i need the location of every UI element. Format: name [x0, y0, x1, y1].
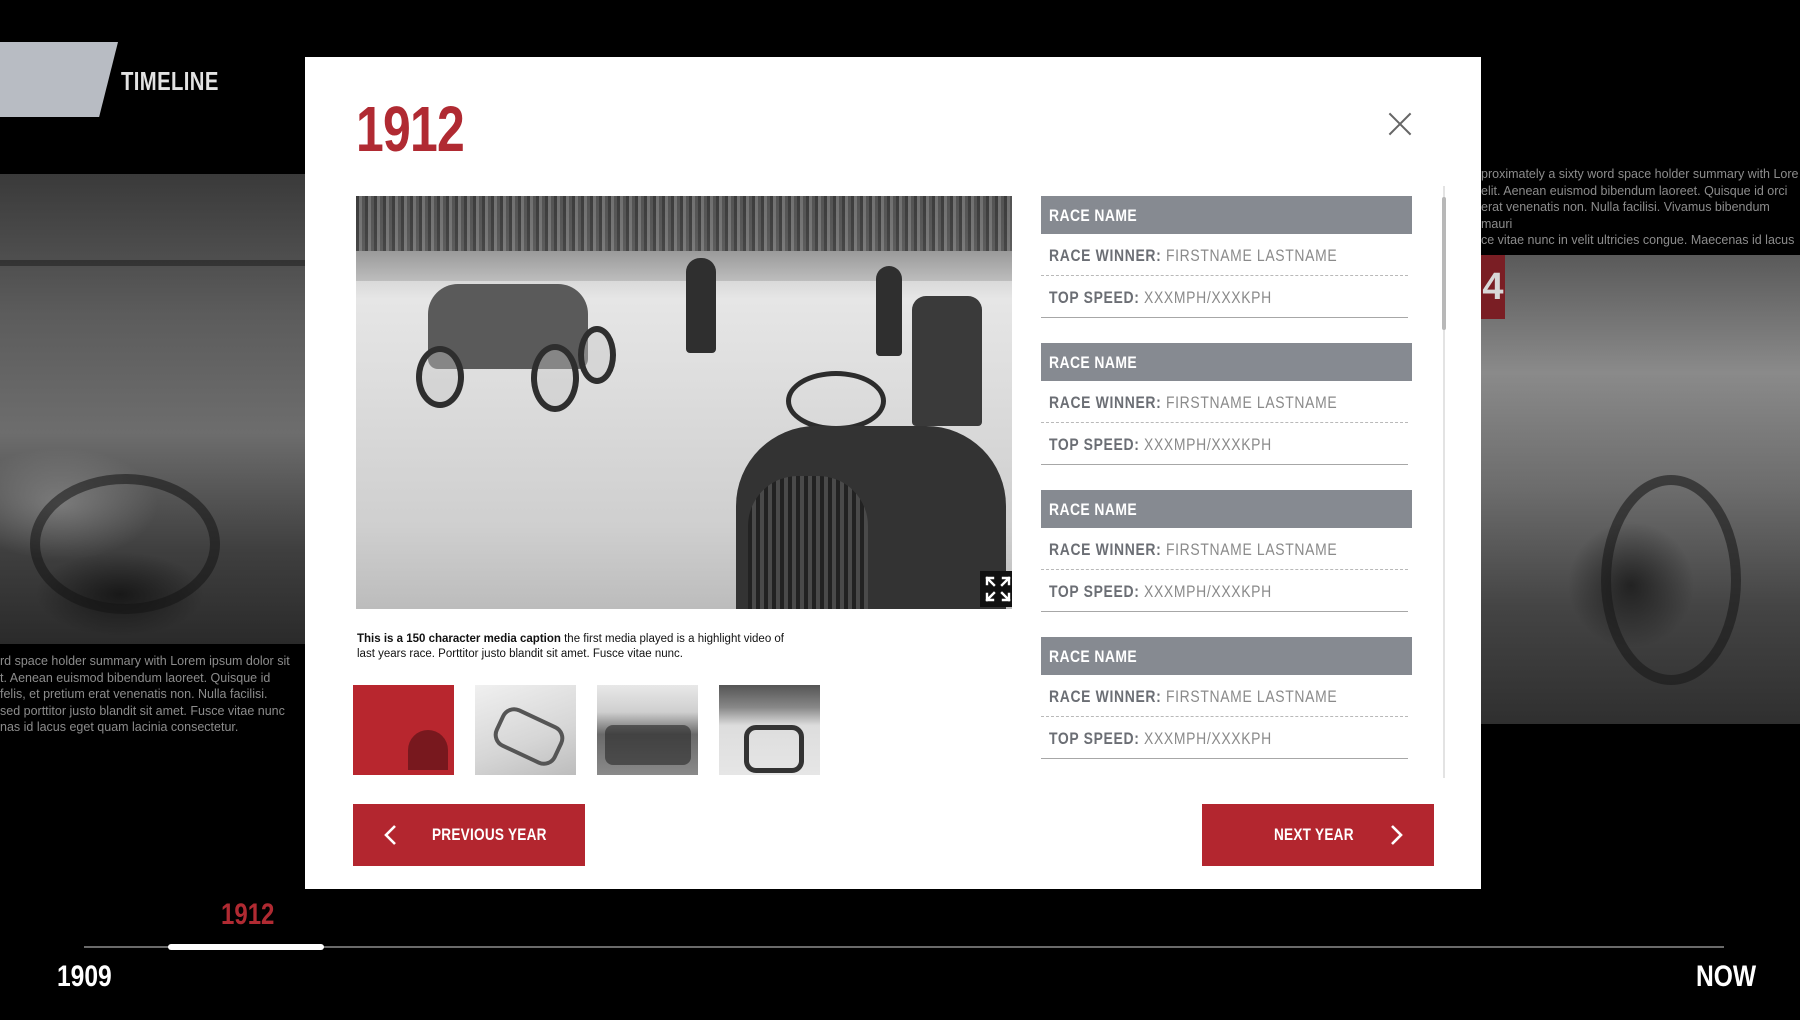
media-person — [876, 266, 902, 356]
race-card: RACE NAME RACE WINNER: FIRSTNAME LASTNAM… — [1041, 637, 1412, 759]
race-winner-row: RACE WINNER: FIRSTNAME LASTNAME — [1041, 234, 1408, 276]
media-wheel — [578, 326, 616, 384]
media-person — [912, 296, 982, 426]
race-winner-row: RACE WINNER: FIRSTNAME LASTNAME — [1041, 528, 1408, 570]
media-car-grille — [748, 476, 868, 609]
background-year-badge: 4 — [1481, 255, 1505, 319]
timeline-end-label[interactable]: NOW — [1696, 960, 1756, 994]
race-speed-row: TOP SPEED: XXXMPH/XXXKPH — [1041, 276, 1408, 318]
race-name: RACE NAME — [1041, 637, 1412, 675]
media-thumbnail-selected[interactable] — [353, 685, 454, 775]
modal-year-title: 1912 — [356, 93, 465, 165]
media-crowd — [356, 196, 1012, 251]
race-speed-row: TOP SPEED: XXXMPH/XXXKPH — [1041, 717, 1408, 759]
close-icon[interactable] — [1382, 109, 1418, 145]
media-thumbnail[interactable] — [597, 685, 698, 775]
race-card: RACE NAME RACE WINNER: FIRSTNAME LASTNAM… — [1041, 196, 1412, 318]
chevron-right-icon — [1388, 824, 1404, 851]
expand-icon[interactable] — [980, 571, 1012, 607]
race-speed-row: TOP SPEED: XXXMPH/XXXKPH — [1041, 423, 1408, 465]
timeline-current-year: 1912 — [221, 898, 275, 931]
timeline-start-label: 1909 — [57, 960, 112, 993]
media-caption: This is a 150 character media caption th… — [357, 632, 797, 662]
timeline-slider-handle[interactable] — [168, 944, 324, 950]
race-speed-row: TOP SPEED: XXXMPH/XXXKPH — [1041, 570, 1408, 612]
year-detail-modal: 1912 This is a 150 character media capti… — [305, 57, 1481, 889]
race-winner-row: RACE WINNER: FIRSTNAME LASTNAME — [1041, 381, 1408, 423]
background-photo-right — [1481, 255, 1800, 724]
media-steering-wheel — [786, 371, 886, 431]
media-wheel — [531, 344, 579, 412]
background-summary-left: rd space holder summary with Lorem ipsum… — [0, 654, 290, 734]
race-name: RACE NAME — [1041, 196, 1412, 234]
race-list-scrollbar[interactable] — [1442, 197, 1446, 330]
race-name: RACE NAME — [1041, 490, 1412, 528]
previous-year-label: PREVIOUS YEAR — [432, 825, 547, 844]
previous-year-button[interactable]: PREVIOUS YEAR — [353, 804, 585, 866]
timeline-tab-shape — [0, 42, 118, 117]
race-list[interactable]: RACE NAME RACE WINNER: FIRSTNAME LASTNAM… — [1041, 196, 1413, 788]
main-media-image[interactable] — [356, 196, 1012, 609]
media-caption-bold: This is a 150 character media caption — [357, 633, 561, 645]
timeline-track[interactable] — [84, 946, 1724, 948]
media-person — [686, 258, 716, 353]
media-wheel — [416, 346, 464, 408]
media-thumbnail[interactable] — [719, 685, 820, 775]
chevron-left-icon — [383, 824, 399, 851]
media-wall — [356, 251, 1012, 281]
race-card: RACE NAME RACE WINNER: FIRSTNAME LASTNAM… — [1041, 343, 1412, 465]
race-name: RACE NAME — [1041, 343, 1412, 381]
race-card: RACE NAME RACE WINNER: FIRSTNAME LASTNAM… — [1041, 490, 1412, 612]
next-year-label: NEXT YEAR — [1274, 825, 1354, 844]
section-label: TIMELINE — [121, 66, 219, 96]
media-thumbnail[interactable] — [475, 685, 576, 775]
background-photo-left — [0, 174, 305, 644]
background-summary-right: proximately a sixty word space holder su… — [1481, 167, 1799, 247]
next-year-button[interactable]: NEXT YEAR — [1202, 804, 1434, 866]
race-winner-row: RACE WINNER: FIRSTNAME LASTNAME — [1041, 675, 1408, 717]
